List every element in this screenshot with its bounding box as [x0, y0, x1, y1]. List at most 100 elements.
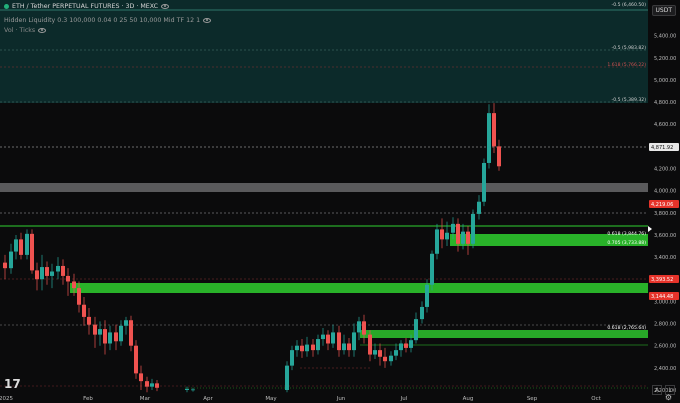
candle-up [425, 284, 429, 307]
x-tick-label: Jul [400, 396, 408, 402]
candle-down [311, 344, 315, 351]
candle-up [399, 343, 403, 351]
candle-up [342, 343, 346, 351]
price-tag-3393: 3,393.52 [651, 277, 673, 283]
chart-window: -0.5 (6,460.50) -0.5 (5,983.82) 1.618 (5,7… [0, 0, 680, 403]
gear-icon[interactable]: ⚙ [665, 393, 672, 402]
y-tick-label: 4,600.00 [654, 122, 676, 128]
y-tick-label: 3,000.00 [654, 299, 676, 305]
currency-selector[interactable]: USDT [651, 5, 676, 16]
candle-down [378, 350, 382, 357]
indicator-title: Hidden Liquidity 0.3 100,000 0.04 0 25 5… [4, 17, 201, 24]
price-chart[interactable]: -0.5 (6,460.50) -0.5 (5,983.82) 1.618 (5,7… [0, 0, 680, 403]
candle-up [461, 231, 465, 244]
x-tick-label: Jun [336, 396, 346, 402]
candle-down [347, 343, 351, 351]
y-tick-label: 4,200.00 [654, 167, 676, 173]
auto-scale-button[interactable]: A [652, 385, 662, 395]
candle-down [326, 334, 330, 344]
candle-up [477, 201, 481, 214]
candle-up [56, 265, 60, 272]
candle-up [295, 345, 299, 351]
x-tick-label: Feb [83, 396, 93, 402]
candle-down [35, 270, 39, 280]
volume-legend[interactable]: Vol · Ticks [4, 27, 47, 34]
candle-up [191, 389, 195, 391]
candle-up [414, 319, 418, 341]
candle-up [482, 162, 486, 202]
price-tag-4219: 4,219.06 [651, 202, 673, 208]
candle-up [150, 383, 154, 387]
status-dot-icon [4, 3, 9, 9]
candle-down [30, 233, 34, 271]
y-tick-label: 4,000.00 [654, 189, 676, 195]
candle-up [487, 113, 491, 163]
volume-title: Vol · Ticks [4, 27, 36, 34]
candle-up [357, 321, 361, 333]
candle-down [492, 113, 496, 147]
candle-up [98, 329, 102, 335]
candle-down [61, 265, 65, 276]
candle-down [45, 267, 49, 276]
candle-up [471, 213, 475, 244]
candle-up [394, 350, 398, 356]
candle-up [14, 239, 18, 252]
candle-down [456, 223, 460, 244]
eye-icon[interactable] [203, 17, 212, 23]
candle-up [285, 365, 289, 390]
fib-label-3733: 0.705 (3,733.88) [607, 240, 646, 246]
x-tick-label: Sep [527, 396, 538, 402]
candle-down [66, 275, 70, 282]
candle-down [3, 262, 7, 269]
candle-down [404, 343, 408, 348]
x-tick-label: Mar [140, 396, 151, 402]
candle-up [40, 267, 44, 280]
symbol-title: ETH / Tether PERPETUAL FUTURES · 3D · ME… [12, 3, 159, 10]
indicator-legend[interactable]: Hidden Liquidity 0.3 100,000 0.04 0 25 5… [4, 17, 212, 24]
candle-down [77, 288, 81, 305]
y-tick-label: 2,400.00 [654, 366, 676, 372]
x-tick-label: Oct [591, 396, 601, 402]
candle-down [300, 345, 304, 352]
candle-down [497, 146, 501, 167]
y-tick-label: 3,400.00 [654, 255, 676, 261]
supply-zone [0, 183, 648, 192]
fib-label-2765: 0.618 (2,765.64) [607, 325, 646, 331]
candle-up [331, 332, 335, 344]
y-tick-label: 2,800.00 [654, 322, 676, 328]
candle-down [19, 239, 23, 255]
candle-up [420, 306, 424, 320]
candle-down [82, 304, 86, 317]
candle-up [445, 232, 449, 240]
candle-down [368, 334, 372, 355]
candle-up [430, 253, 434, 285]
candle-down [139, 373, 143, 382]
x-tick-label: Apr [203, 396, 213, 402]
candle-down [337, 332, 341, 351]
eye-icon[interactable] [38, 27, 47, 33]
candle-down [87, 316, 91, 325]
fib-label-5766: 1.618 (5,766.22) [607, 62, 646, 68]
candle-down [145, 381, 149, 387]
candle-up [290, 350, 294, 366]
candle-up [316, 339, 320, 351]
candle-up [185, 388, 189, 390]
candle-down [103, 329, 107, 344]
eye-icon[interactable] [161, 3, 170, 9]
candle-up [9, 251, 13, 269]
symbol-legend[interactable]: ETH / Tether PERPETUAL FUTURES · 3D · ME… [4, 3, 170, 10]
candle-down [114, 332, 118, 342]
demand-zone-mid [70, 283, 648, 293]
y-tick-label: 5,200.00 [654, 56, 676, 62]
y-tick-label: 3,600.00 [654, 233, 676, 239]
candle-down [383, 356, 387, 362]
candle-down [93, 324, 97, 335]
candle-up [373, 350, 377, 355]
x-tick-label: May [265, 396, 277, 402]
candle-up [305, 344, 309, 352]
candle-down [155, 383, 159, 388]
y-tick-label: 5,000.00 [654, 78, 676, 84]
candle-down [72, 281, 76, 289]
candle-down [129, 320, 133, 346]
y-tick-label: 4,800.00 [654, 100, 676, 106]
